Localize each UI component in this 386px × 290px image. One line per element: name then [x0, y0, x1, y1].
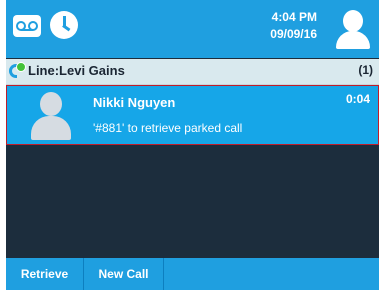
call-instructions: '#881' to retrieve parked call: [93, 121, 243, 135]
phone-screen: 4:04 PM 09/09/16 Line:Levi Gains (1) Nik…: [6, 0, 379, 290]
call-item-selected[interactable]: Nikki Nguyen '#881' to retrieve parked c…: [6, 85, 379, 145]
time-text: 4:04 PM: [271, 10, 317, 24]
call-duration: 0:04: [345, 92, 370, 106]
line-header[interactable]: Line:Levi Gains (1): [6, 59, 379, 85]
line-call-count: (1): [358, 63, 373, 77]
caller-name: Nikki Nguyen: [93, 95, 176, 110]
voicemail-icon[interactable]: [12, 10, 42, 40]
caller-avatar-icon: [29, 92, 73, 140]
presence-dot-icon: [16, 62, 26, 72]
date-text: 09/09/16: [270, 27, 317, 41]
new-call-button[interactable]: New Call: [84, 258, 164, 290]
status-bar: 4:04 PM 09/09/16: [6, 0, 379, 58]
clock-icon[interactable]: [50, 11, 78, 39]
retrieve-button[interactable]: Retrieve: [6, 258, 84, 290]
softkey-bar: Retrieve New Call: [6, 258, 379, 290]
status-time: 4:04 PM 09/09/16: [270, 9, 317, 43]
user-avatar-icon[interactable]: [333, 8, 373, 50]
line-label: Line:Levi Gains: [28, 63, 125, 78]
